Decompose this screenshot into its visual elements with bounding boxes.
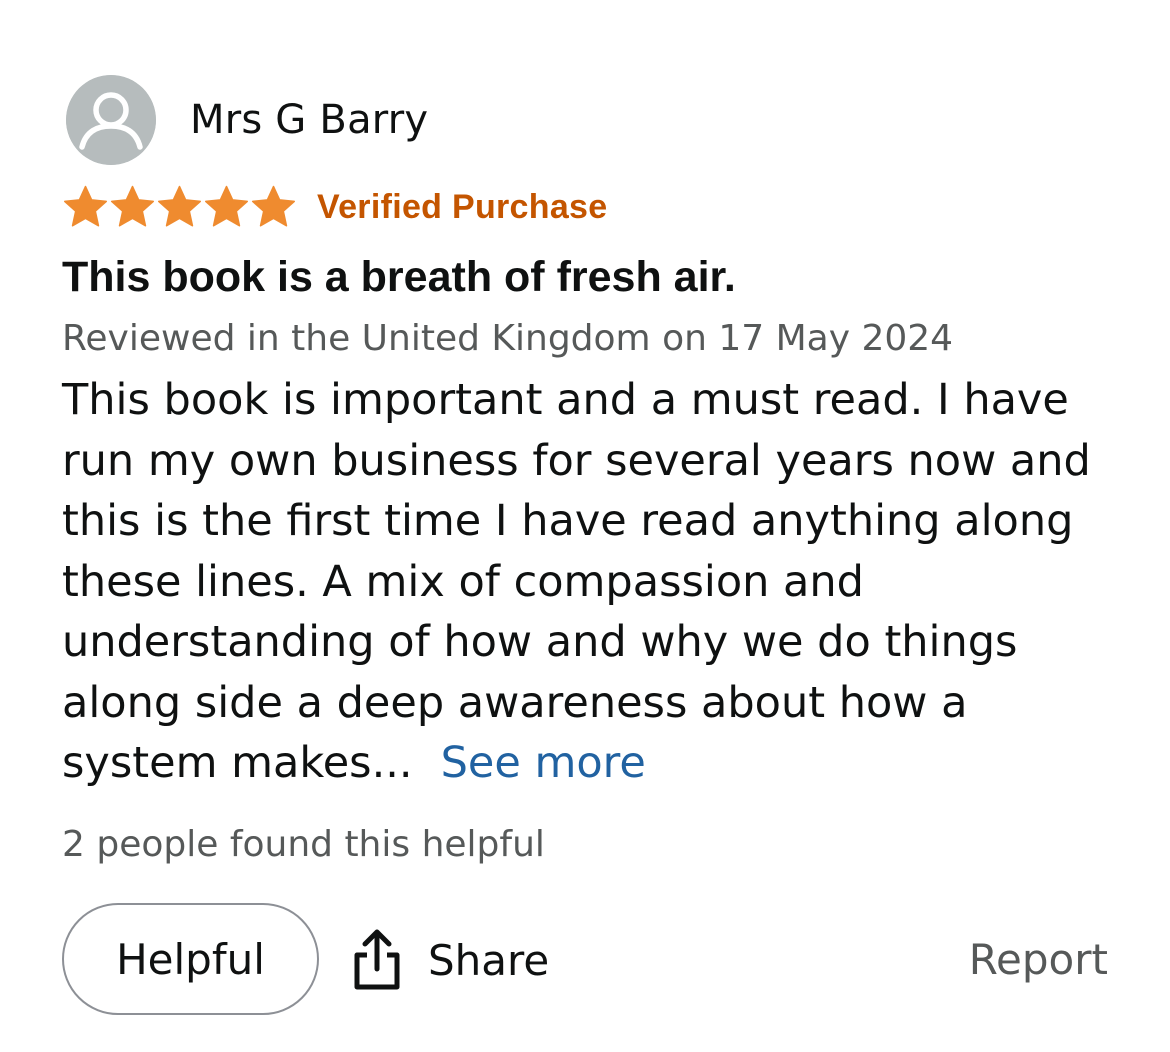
review-body-line: these lines. A mix of compassion and <box>62 556 864 607</box>
helpful-button[interactable]: Helpful <box>62 903 319 1015</box>
review-body-line: understanding of how and why we do thing… <box>62 617 1018 667</box>
report-link[interactable]: Report <box>969 932 1108 988</box>
default-user-avatar-icon <box>66 75 156 165</box>
star-icon <box>110 185 155 226</box>
rating-row: Verified Purchase <box>62 184 607 230</box>
share-button[interactable]: Share <box>352 925 549 995</box>
star-icon <box>63 185 108 226</box>
review-date: Reviewed in the United Kingdom on 17 May… <box>62 318 954 359</box>
star-icon <box>157 185 202 226</box>
customer-review: Mrs G Barry Verified Purchase This book … <box>0 0 1170 1052</box>
review-title[interactable]: This book is a breath of fresh air. <box>62 248 736 306</box>
star-icon <box>251 185 296 226</box>
share-label: Share <box>428 935 550 985</box>
helpful-count: 2 people found this helpful <box>62 824 545 865</box>
review-body-line: along side a deep awareness about how a <box>62 677 968 728</box>
verified-purchase-badge: Verified Purchase <box>317 187 608 226</box>
reviewer-name[interactable]: Mrs G Barry <box>190 100 428 140</box>
star-icon <box>204 185 249 226</box>
share-upload-icon <box>352 929 402 991</box>
review-body-line: run my own business for several years no… <box>62 435 1091 486</box>
review-body-line: this is the first time I have read anyth… <box>62 496 1074 546</box>
see-more-link[interactable]: See more <box>441 738 646 788</box>
review-body-line: system makes... <box>62 738 413 788</box>
reviewer-profile[interactable]: Mrs G Barry <box>66 75 428 165</box>
review-body: This book is important and a must read. … <box>62 370 1122 794</box>
review-body-line: This book is important and a must read. … <box>62 375 1069 425</box>
review-body-last-line: system makes... See more <box>62 733 1122 794</box>
star-rating[interactable] <box>62 185 297 230</box>
